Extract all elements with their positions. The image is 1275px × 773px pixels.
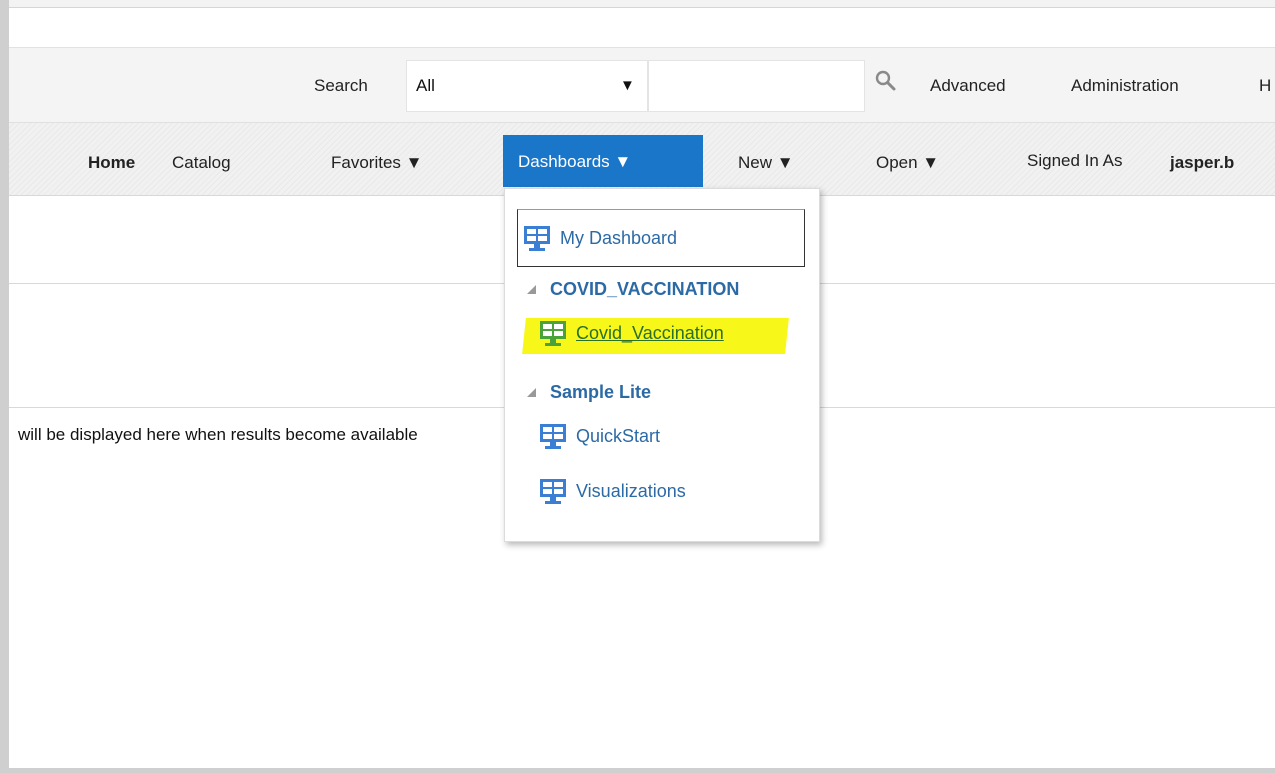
menu-item-visualizations[interactable]: Visualizations: [538, 476, 686, 506]
results-placeholder-text: will be displayed here when results beco…: [18, 425, 418, 444]
nav-dashboards[interactable]: Dashboards ▼: [503, 135, 703, 187]
nav-catalog[interactable]: Catalog: [172, 153, 231, 173]
dashboards-dropdown-menu: My Dashboard COVID_VACCINATION Covid_Vac…: [504, 188, 820, 542]
signed-in-user[interactable]: jasper.b: [1170, 153, 1234, 173]
signed-in-label: Signed In As: [1027, 151, 1123, 170]
advanced-search-link[interactable]: Advanced: [930, 76, 1006, 96]
search-bar: Search All ▼ Advanced Administration H: [9, 47, 1275, 123]
search-input[interactable]: [648, 60, 865, 112]
menu-item-label: QuickStart: [576, 425, 661, 446]
menu-group-covid-vaccination[interactable]: COVID_VACCINATION: [527, 279, 739, 300]
top-strip: [9, 0, 1275, 8]
search-scope-value: All: [416, 76, 435, 95]
chevron-down-icon: ▼: [620, 77, 635, 94]
help-link[interactable]: H: [1259, 76, 1271, 96]
menu-item-covid-vaccination[interactable]: Covid_Vaccination: [538, 318, 724, 348]
collapse-triangle-icon: [527, 285, 536, 294]
dashboard-icon: [524, 226, 550, 251]
dashboard-icon: [540, 321, 566, 346]
dashboard-icon: [540, 424, 566, 449]
search-scope-select[interactable]: All ▼: [406, 60, 648, 112]
search-icon[interactable]: [875, 70, 897, 92]
menu-item-my-dashboard[interactable]: My Dashboard: [517, 209, 805, 267]
menu-item-quickstart[interactable]: QuickStart: [538, 421, 660, 451]
menu-group-sample-lite[interactable]: Sample Lite: [527, 382, 651, 403]
menu-item-label: Covid_Vaccination: [576, 322, 724, 343]
nav-open[interactable]: Open ▼: [876, 153, 939, 173]
nav-dashboards-label: Dashboards ▼: [518, 152, 632, 171]
nav-home[interactable]: Home: [88, 153, 135, 173]
menu-group-label: Sample Lite: [550, 382, 652, 402]
menu-group-label: COVID_VACCINATION: [550, 279, 740, 299]
collapse-triangle-icon: [527, 388, 536, 397]
search-label: Search: [314, 76, 368, 95]
nav-new[interactable]: New ▼: [738, 153, 794, 173]
dashboard-icon: [540, 479, 566, 504]
main-nav: Home Catalog Favorites ▼ Dashboards ▼ Ne…: [9, 123, 1275, 196]
nav-favorites[interactable]: Favorites ▼: [331, 153, 422, 173]
window-frame-left: [0, 0, 9, 773]
menu-item-label: My Dashboard: [560, 227, 678, 248]
administration-link[interactable]: Administration: [1071, 76, 1179, 96]
menu-item-label: Visualizations: [576, 480, 686, 501]
window-frame-bottom: [0, 768, 1275, 773]
